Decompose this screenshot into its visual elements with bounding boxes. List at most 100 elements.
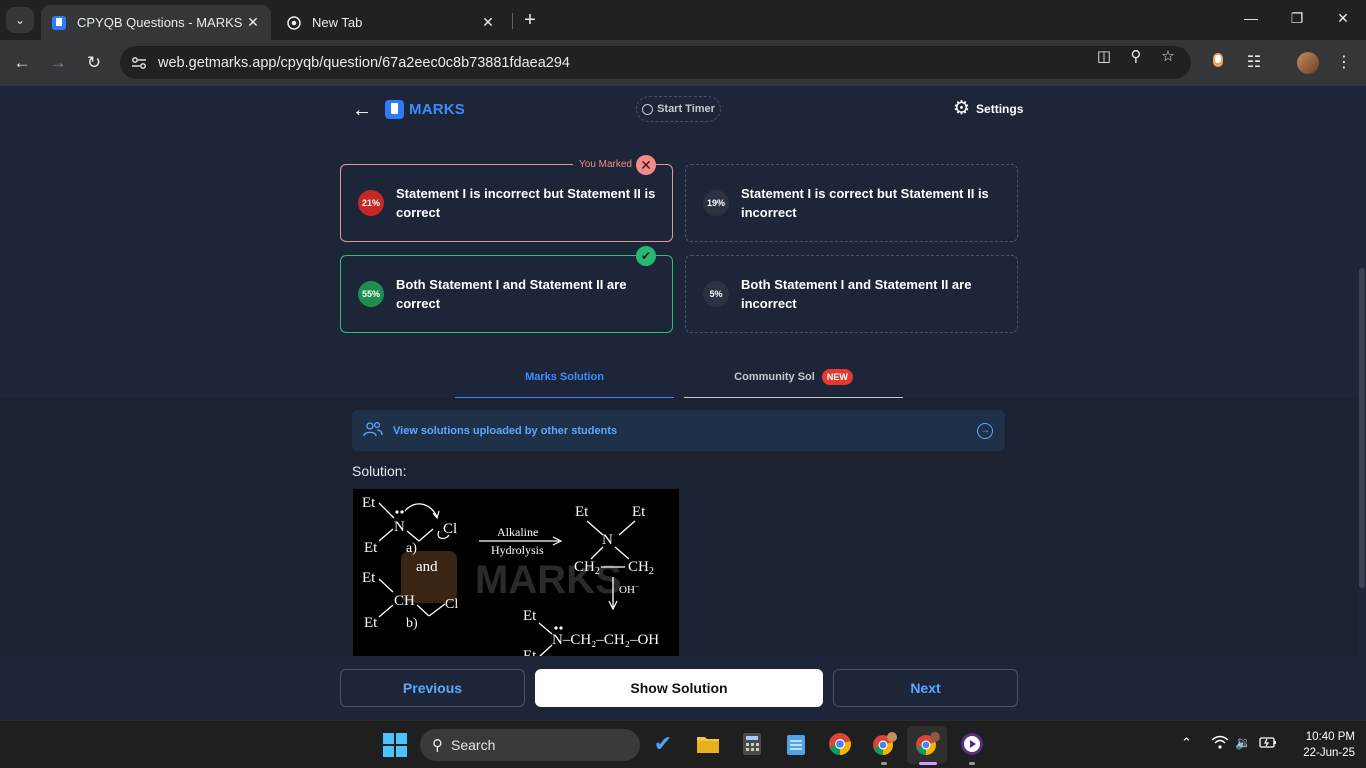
new-badge: NEW: [821, 368, 853, 385]
tab-marks-solution[interactable]: Marks Solution: [455, 356, 674, 398]
option-text: Statement I is correct but Statement II …: [741, 186, 989, 220]
minimize-icon[interactable]: —: [1241, 10, 1261, 26]
show-solution-button[interactable]: Show Solution: [535, 669, 823, 707]
you-marked-label: You Marked: [573, 158, 638, 172]
start-timer-label: Start Timer: [657, 103, 715, 115]
hydrolysis-label: Hydrolysis: [491, 543, 544, 557]
people-icon: [363, 421, 383, 441]
media-player-icon[interactable]: [959, 731, 985, 757]
restore-icon[interactable]: ❐: [1287, 10, 1307, 27]
window-close-icon[interactable]: ✕: [1333, 10, 1353, 27]
zoom-icon[interactable]: ⚲: [1127, 48, 1145, 66]
solution-image: MARKS Et N Cl Et a) and Et CH Cl Et b) A…: [353, 489, 679, 657]
checkmark-app-icon[interactable]: ✔: [650, 731, 676, 757]
address-bar[interactable]: web.getmarks.app/cpyqb/question/67a2eec0…: [120, 46, 1191, 79]
active-indicator: [919, 762, 937, 765]
browser-toolbar: ← → ↻ web.getmarks.app/cpyqb/question/67…: [0, 40, 1366, 86]
taskbar-clock[interactable]: 10:40 PM 22-Jun-25: [1285, 729, 1355, 761]
back-arrow-icon[interactable]: ←: [352, 99, 374, 121]
reload-icon[interactable]: ↻: [83, 52, 105, 74]
page-scrollbar[interactable]: [1358, 86, 1366, 720]
taskbar-search[interactable]: ⚲ Search: [420, 729, 640, 761]
install-app-icon[interactable]: ◫: [1095, 48, 1113, 66]
label-b: b): [406, 616, 418, 631]
tab-close-icon[interactable]: ✕: [245, 14, 261, 31]
option-text: Both Statement I and Statement II are in…: [741, 277, 972, 311]
tab-divider: [512, 13, 513, 29]
running-indicator: [969, 762, 975, 765]
scrollbar-thumb[interactable]: [1359, 268, 1365, 588]
settings-button[interactable]: ⚙ Settings: [953, 98, 1024, 119]
tab-search-button[interactable]: ⌄: [6, 7, 34, 33]
option-b[interactable]: 19% Statement I is correct but Statement…: [685, 164, 1018, 242]
clock-date: 22-Jun-25: [1303, 747, 1355, 759]
cl-label: Cl: [443, 521, 457, 537]
option-a[interactable]: 21% Statement I is incorrect but Stateme…: [340, 164, 673, 242]
running-indicator: [881, 762, 887, 765]
previous-button[interactable]: Previous: [340, 669, 525, 707]
and-label: and: [416, 559, 438, 575]
show-hidden-icons-chevron-icon[interactable]: ⌃: [1181, 735, 1192, 751]
url-text: web.getmarks.app/cpyqb/question/67a2eec0…: [158, 54, 570, 71]
clock-icon: [642, 103, 654, 115]
et-label: Et: [523, 608, 537, 624]
chrome-active-icon[interactable]: [914, 731, 940, 757]
et-label: Et: [632, 504, 646, 520]
notepad-icon[interactable]: [783, 731, 809, 757]
chrome-profile-icon[interactable]: [871, 731, 897, 757]
battery-icon[interactable]: [1259, 735, 1277, 752]
browser-tab-active[interactable]: CPYQB Questions - MARKS App ✕: [41, 5, 271, 40]
wifi-icon[interactable]: [1211, 735, 1229, 752]
settings-label: Settings: [976, 102, 1024, 116]
bookmark-star-icon[interactable]: ☆: [1159, 48, 1177, 66]
et-label: Et: [364, 540, 378, 556]
question-panel: ← MARKS Start Timer ⚙ Settings 21% State…: [0, 86, 1358, 398]
correct-check-icon: ✔: [636, 246, 656, 266]
browser-tab-new[interactable]: New Tab ✕: [276, 5, 506, 40]
search-label: Search: [451, 737, 496, 753]
clock-time: 10:40 PM: [1305, 731, 1355, 743]
back-icon[interactable]: ←: [11, 52, 33, 74]
browser-tab-strip: ⌄ CPYQB Questions - MARKS App ✕ New Tab …: [0, 0, 1366, 40]
et-label: Et: [362, 570, 376, 586]
windows-start-icon[interactable]: [383, 733, 407, 757]
volume-icon[interactable]: 🔉: [1235, 735, 1251, 751]
view-solutions-banner[interactable]: View solutions uploaded by other student…: [352, 410, 1005, 451]
new-tab-plus-icon[interactable]: +: [520, 10, 540, 30]
n-label: N: [602, 532, 613, 548]
file-explorer-icon[interactable]: [695, 731, 721, 757]
option-d[interactable]: 5% Both Statement I and Statement II are…: [685, 255, 1018, 333]
n-label: N: [394, 519, 405, 535]
more-menu-icon[interactable]: ⋮: [1333, 52, 1355, 74]
navigation-footer: Previous Show Solution Next: [0, 656, 1358, 720]
site-info-icon[interactable]: [122, 56, 156, 70]
solution-label: Solution:: [352, 463, 407, 479]
search-icon: ⚲: [432, 737, 443, 754]
tab-title: CPYQB Questions - MARKS App: [77, 15, 245, 30]
option-percent: 5%: [703, 281, 729, 307]
alkaline-label: Alkaline: [497, 525, 538, 539]
gear-icon: ⚙: [953, 98, 971, 119]
tab-close-icon[interactable]: ✕: [480, 14, 496, 31]
option-text: Statement I is incorrect but Statement I…: [396, 186, 656, 220]
cl-label: Cl: [445, 597, 458, 612]
marks-logo-icon: [385, 100, 404, 119]
option-c[interactable]: 55% Both Statement I and Statement II ar…: [340, 255, 673, 333]
start-timer-button[interactable]: Start Timer: [636, 96, 721, 122]
chrome-favicon-icon: [286, 15, 302, 31]
extension-orange-icon[interactable]: [1207, 52, 1229, 74]
calculator-icon[interactable]: [739, 731, 765, 757]
wrong-x-icon: ✕: [636, 155, 656, 175]
view-solutions-text: View solutions uploaded by other student…: [393, 424, 618, 437]
next-button[interactable]: Next: [833, 669, 1018, 707]
forward-icon[interactable]: →: [47, 52, 69, 74]
label-a: a): [406, 541, 417, 556]
logo-text: MARKS: [409, 101, 465, 118]
profile-avatar[interactable]: [1297, 52, 1319, 74]
marks-logo[interactable]: MARKS: [385, 100, 465, 119]
arrow-right-circle-icon: →: [977, 422, 993, 439]
et-label: Et: [575, 504, 589, 520]
chrome-icon[interactable]: [827, 731, 853, 757]
tab-community-solution[interactable]: Community Sol NEW: [684, 356, 903, 398]
extensions-puzzle-icon[interactable]: ☷: [1243, 52, 1265, 74]
